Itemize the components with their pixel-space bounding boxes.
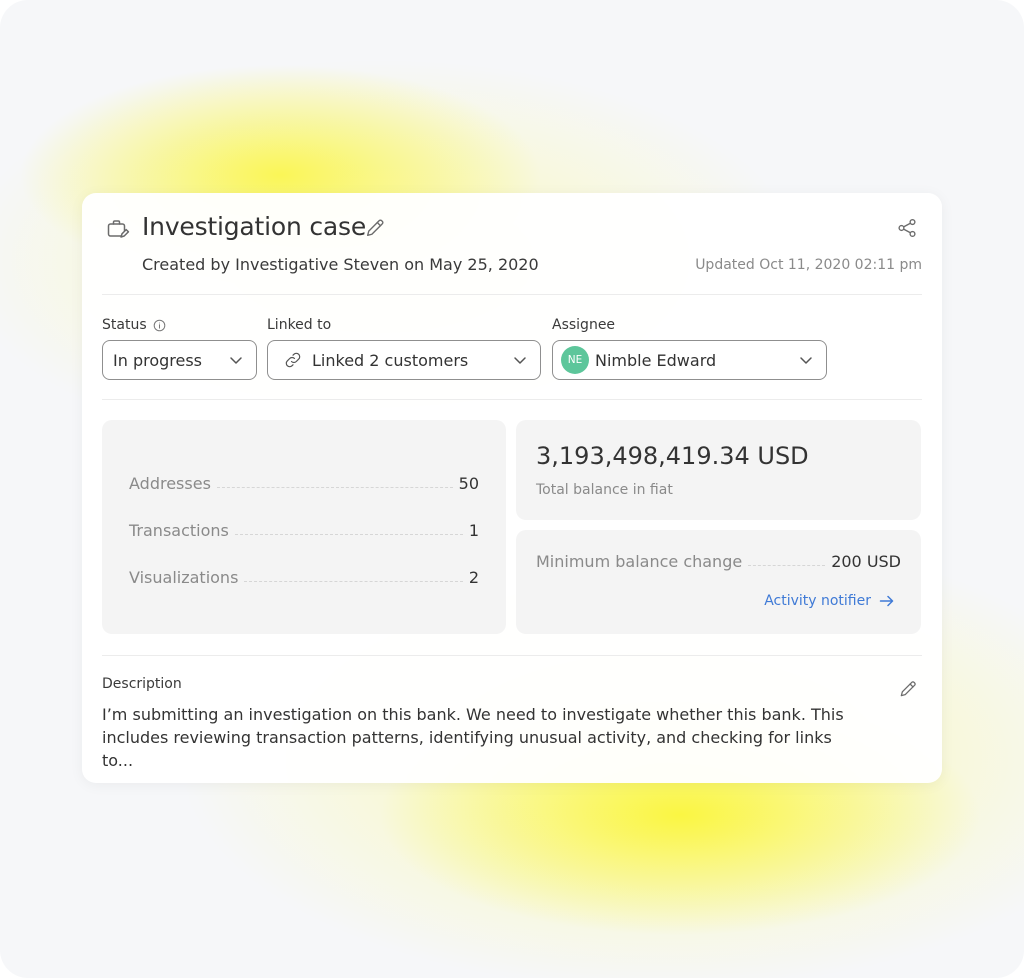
assignee-value: Nimble Edward: [595, 350, 717, 370]
status-select[interactable]: In progress: [102, 340, 257, 380]
status-value: In progress: [113, 350, 203, 370]
briefcase-edit-icon: [107, 220, 130, 238]
minimum-balance-value: 200 USD: [831, 552, 901, 571]
dotted-leader: [216, 487, 453, 488]
stat-value: 2: [468, 568, 479, 587]
background-stage: Investigation case Created by Investigat…: [0, 0, 1024, 978]
pencil-icon[interactable]: [364, 217, 386, 239]
avatar: NE: [561, 346, 589, 374]
total-balance-caption: Total balance in fiat: [536, 482, 673, 498]
header-divider: [102, 294, 922, 295]
link-icon: [285, 352, 301, 368]
minimum-balance-label: Minimum balance change: [536, 552, 743, 571]
status-label-text: Status: [102, 317, 147, 333]
dotted-leader: [244, 581, 463, 582]
case-stats-panel: Addresses 50 Transactions 1 Visualizatio…: [102, 420, 506, 634]
share-icon[interactable]: [896, 217, 918, 239]
chevron-down-icon: [230, 357, 242, 364]
stat-row-transactions: Transactions 1: [129, 516, 479, 540]
dotted-leader: [234, 534, 463, 535]
minimum-balance-row: Minimum balance change 200 USD: [536, 552, 901, 571]
stat-value: 50: [458, 474, 479, 493]
description-text: I’m submitting an investigation on this …: [102, 705, 844, 770]
linked-to-label-text: Linked to: [267, 317, 332, 333]
chevron-down-icon: [514, 357, 526, 364]
linked-to-label: Linked to: [267, 317, 331, 333]
stats-divider: [102, 655, 922, 656]
assignee-label: Assignee: [552, 317, 615, 333]
assignee-label-text: Assignee: [552, 317, 616, 333]
status-label: Status: [102, 317, 166, 333]
assignee-select[interactable]: NE Nimble Edward: [552, 340, 827, 380]
info-icon[interactable]: [153, 319, 166, 332]
fields-divider: [102, 399, 922, 400]
updated-timestamp: Updated Oct 11, 2020 02:11 pm: [695, 257, 922, 273]
chevron-down-icon: [800, 357, 812, 364]
total-balance-panel: 3,193,498,419.34 USD Total balance in fi…: [516, 420, 921, 520]
total-balance-amount: 3,193,498,419.34 USD: [536, 442, 809, 470]
created-by-text: Created by Investigative Steven on May 2…: [142, 255, 539, 274]
linked-to-value: Linked 2 customers: [312, 350, 469, 370]
investigation-case-card: Investigation case Created by Investigat…: [82, 193, 942, 783]
arrow-right-icon: [879, 595, 894, 607]
stat-label: Transactions: [129, 521, 229, 540]
activity-notifier-link[interactable]: Activity notifier: [764, 593, 895, 609]
pencil-icon[interactable]: [898, 679, 918, 699]
description-label: Description: [102, 676, 182, 692]
stat-row-addresses: Addresses 50: [129, 469, 479, 493]
activity-notifier-label: Activity notifier: [764, 593, 871, 609]
stat-label: Visualizations: [129, 568, 239, 587]
stat-label: Addresses: [129, 474, 211, 493]
minimum-balance-panel: Minimum balance change 200 USD Activity …: [516, 530, 921, 634]
linked-to-select[interactable]: Linked 2 customers: [267, 340, 541, 380]
stat-row-visualizations: Visualizations 2: [129, 563, 479, 587]
stat-value: 1: [468, 521, 479, 540]
dotted-leader: [748, 565, 826, 566]
page-title: Investigation case: [142, 212, 367, 241]
